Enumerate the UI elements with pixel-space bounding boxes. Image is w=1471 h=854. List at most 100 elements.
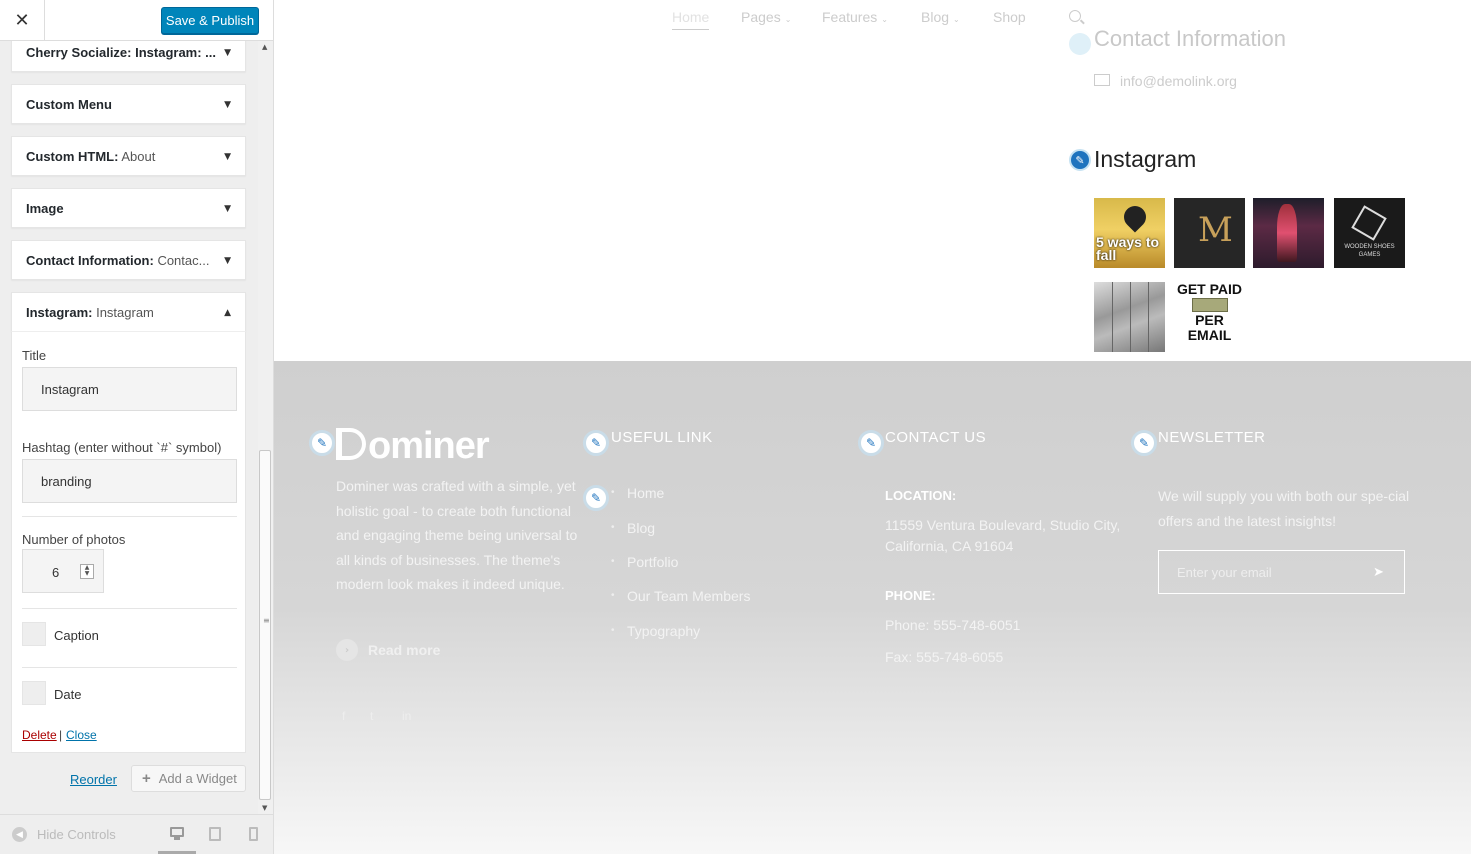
dropdown-arrow-icon: ▼	[224, 204, 231, 214]
line-mark	[1130, 282, 1131, 352]
heart-silhouette	[1119, 201, 1151, 233]
mobile-icon[interactable]	[249, 827, 263, 841]
hashtag-label: Hashtag (enter without `#` symbol)	[22, 440, 222, 455]
close-link[interactable]: Close	[66, 728, 97, 742]
photo-text: GET PAID PER EMAIL	[1174, 282, 1245, 343]
hashtag-input[interactable]: branding	[22, 459, 237, 503]
widget-title: Custom HTML:	[26, 148, 119, 164]
footer-link-team[interactable]: Our Team Members	[611, 588, 751, 604]
scroll-down-icon[interactable]: ▼	[262, 804, 267, 812]
panel-scrollbar[interactable]: ▲ ≡ ▼	[258, 41, 273, 814]
widget-title: Cherry Socialize: Instagram: ...	[26, 44, 217, 60]
send-icon[interactable]: ➤	[1373, 565, 1384, 580]
site-footer: ✎ ominer Dominer was crafted with a simp…	[274, 361, 1471, 854]
instagram-photo[interactable]: WOODEN SHOES GAMES	[1334, 198, 1405, 268]
date-label: Date	[54, 687, 82, 702]
hexagon-logo	[1351, 205, 1387, 241]
widget-instagram[interactable]: Instagram: Instagram ▲	[11, 292, 246, 332]
twitter-icon[interactable]: t	[370, 709, 373, 723]
footer-link-portfolio[interactable]: Portfolio	[611, 554, 678, 570]
site-preview: Home Pages ⌄ Features ⌄ Blog ⌄ Shop Contact…	[274, 0, 1471, 854]
nav-shop[interactable]: Shop	[993, 9, 1026, 25]
mail-icon	[1094, 74, 1110, 86]
instagram-photo[interactable]: 5 ways to fall	[1094, 198, 1165, 268]
hide-controls-button[interactable]: ◀ Hide Controls	[12, 827, 116, 842]
nav-blog[interactable]: Blog ⌄	[921, 9, 960, 25]
nav-features[interactable]: Features ⌄	[822, 9, 888, 25]
performer-figure	[1277, 204, 1297, 262]
reorder-link[interactable]: Reorder	[70, 772, 117, 787]
contact-email[interactable]: info@demolink.org	[1120, 73, 1237, 89]
nav-home[interactable]: Home	[672, 9, 710, 30]
widget-contact-info[interactable]: Contact Information: Contac... ▼	[11, 240, 246, 280]
contact-us-title: CONTACT US	[885, 429, 987, 446]
divider	[22, 516, 237, 517]
instagram-photo[interactable]: GET PAID PER EMAIL	[1174, 282, 1245, 352]
widget-custom-html[interactable]: Custom HTML: About ▼	[11, 136, 246, 176]
instagram-photo[interactable]: M	[1174, 198, 1245, 268]
link-separator: |	[59, 728, 63, 742]
customizer-header: ✕ Save & Publish	[0, 0, 273, 41]
title-label: Title	[22, 348, 47, 363]
pencil-edit-icon[interactable]: ✎	[1131, 430, 1157, 456]
search-icon[interactable]	[1069, 10, 1081, 22]
collapse-arrow-icon: ▲	[224, 308, 231, 318]
site-logo[interactable]: ominer	[336, 425, 490, 468]
copyright-text: Copyright © 2017 All rights reserved by …	[336, 825, 572, 837]
newsletter-text: We will supply you with both our spe-cia…	[1158, 488, 1410, 529]
date-checkbox[interactable]	[22, 681, 46, 705]
photos-number-input[interactable]: 6 ▲ ▼	[22, 549, 104, 593]
contact-widget-title: Contact Information	[1094, 26, 1286, 51]
footer-link-typography[interactable]: Typography	[611, 623, 700, 639]
close-icon[interactable]: ✕	[0, 0, 45, 40]
caption-checkbox[interactable]	[22, 622, 46, 646]
stepper-icon[interactable]: ▲ ▼	[80, 564, 94, 579]
photo-bottom-text: PER EMAIL	[1187, 312, 1232, 343]
pencil-edit-icon[interactable]: ✎	[583, 430, 609, 456]
line-mark	[1148, 282, 1149, 352]
widget-cherry-instagram[interactable]: Cherry Socialize: Instagram: ... ▼	[11, 41, 246, 72]
footer-link-blog[interactable]: Blog	[611, 520, 655, 536]
scroll-up-icon[interactable]: ▲	[262, 43, 267, 51]
about-text: Dominer was crafted with a simple, yet h…	[336, 478, 578, 592]
add-widget-button[interactable]: + Add a Widget	[131, 765, 246, 792]
widget-title: Contact Information:	[26, 252, 154, 268]
photo-top-text: GET PAID	[1176, 282, 1243, 297]
delete-link[interactable]: Delete	[22, 728, 57, 742]
scrollbar-thumb[interactable]: ≡	[259, 450, 271, 800]
pencil-edit-icon[interactable]	[1069, 33, 1091, 55]
useful-link-title: USEFUL LINK	[611, 429, 713, 446]
instagram-photo[interactable]	[1253, 198, 1324, 268]
pencil-edit-icon[interactable]: ✎	[1069, 149, 1091, 171]
read-more-link[interactable]: › Read more	[336, 639, 440, 661]
widget-custom-menu[interactable]: Custom Menu ▼	[11, 84, 246, 124]
phone-value[interactable]: Phone: 555-748-6051	[885, 615, 1020, 636]
pencil-edit-icon[interactable]: ✎	[309, 430, 335, 456]
hide-controls-label: Hide Controls	[37, 827, 116, 842]
chevron-down-icon: ⌄	[784, 15, 792, 24]
dropdown-arrow-icon: ▼	[224, 256, 231, 266]
footer-link-home[interactable]: Home	[611, 485, 665, 501]
line-mark	[1112, 282, 1113, 352]
facebook-icon[interactable]: f	[342, 709, 345, 723]
pencil-edit-icon[interactable]: ✎	[858, 430, 884, 456]
pencil-edit-icon[interactable]: ✎	[583, 485, 609, 511]
newsletter-email-input[interactable]: Enter your email	[1158, 550, 1405, 594]
widget-title: Custom Menu	[26, 96, 112, 112]
divider	[22, 667, 237, 668]
instagram-photo[interactable]	[1094, 282, 1165, 352]
dollar-bill	[1191, 298, 1228, 312]
photos-label: Number of photos	[22, 532, 126, 547]
chevron-right-icon: ›	[336, 639, 358, 661]
tablet-icon[interactable]	[209, 827, 223, 841]
chevron-down-icon: ⌄	[953, 15, 960, 24]
linkedin-icon[interactable]: in	[402, 709, 411, 723]
save-publish-button[interactable]: Save & Publish	[161, 7, 259, 34]
nav-pages[interactable]: Pages ⌄	[741, 9, 791, 25]
title-input[interactable]: Instagram	[22, 367, 237, 411]
location-label: LOCATION:	[885, 488, 957, 503]
widget-image[interactable]: Image ▼	[11, 188, 246, 228]
instagram-widget-form: Title Instagram Hashtag (enter without `…	[11, 331, 246, 753]
desktop-icon[interactable]	[170, 827, 184, 841]
widget-title: Image	[26, 200, 64, 216]
